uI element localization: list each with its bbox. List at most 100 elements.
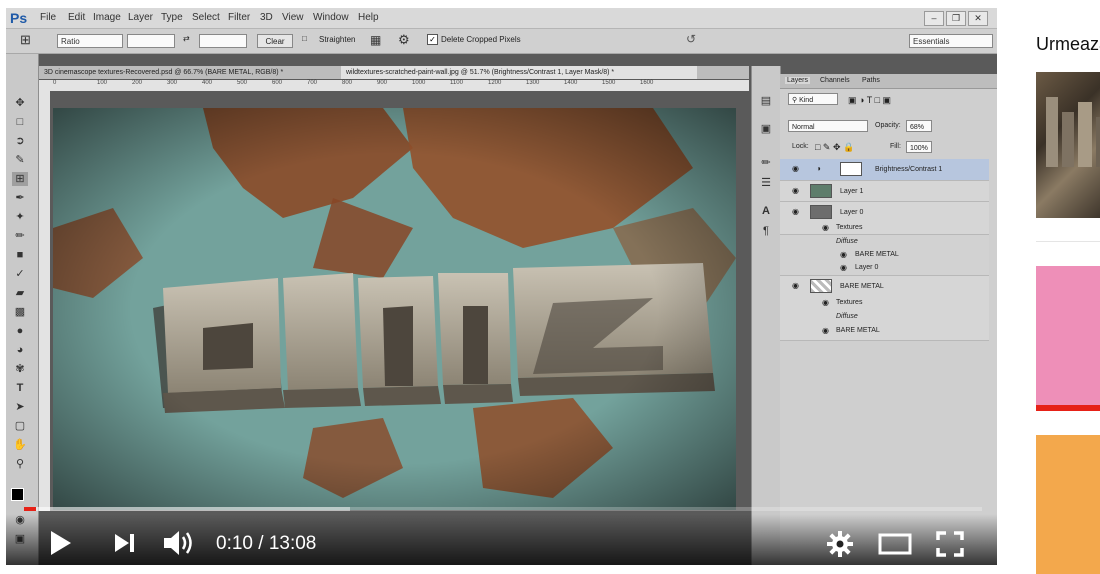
ruler-mark: 600: [272, 80, 283, 86]
layer-row: ◉ Layer 0 ◉ Textures: [780, 202, 989, 235]
ruler-mark: 1300: [526, 80, 540, 86]
gradient-tool-icon: ▩: [14, 306, 26, 318]
opacity-field: 68%: [906, 120, 932, 132]
tab-document-1: 3D cinemascope textures-Recovered.psd @ …: [39, 66, 339, 79]
progress-buffered: [24, 507, 350, 511]
menu-select: Select: [192, 12, 220, 23]
restore-icon: ❐: [946, 11, 966, 26]
eye-icon: ◉: [840, 250, 847, 259]
healing-tool-icon: ✦: [15, 211, 25, 223]
layer-sub-name: BARE METAL: [855, 251, 899, 258]
eyedropper-tool-icon: ✒: [15, 192, 25, 204]
ratio-width-field: [127, 34, 175, 48]
up-next-thumbnail-1[interactable]: [1036, 72, 1100, 218]
fullscreen-icon[interactable]: [936, 531, 964, 557]
properties-panel-icon: ☰: [761, 177, 771, 189]
layer-name: BARE METAL: [840, 283, 884, 290]
pen-tool-icon: ✾: [15, 363, 25, 375]
play-icon[interactable]: [49, 530, 73, 556]
time-display: 0:10 / 13:08: [216, 533, 316, 555]
adjustments-panel-icon: ▣: [760, 123, 772, 135]
settings-gear-icon[interactable]: [827, 531, 853, 557]
eye-icon: ◉: [840, 263, 847, 272]
layer-sub-name: Textures: [836, 224, 863, 231]
ruler-mark: 700: [307, 80, 318, 86]
ruler-mark: 200: [132, 80, 143, 86]
overlay-grid-icon: ▦: [370, 33, 382, 47]
lock-label: Lock:: [792, 143, 809, 150]
history-panel-icon: ▤: [760, 95, 772, 107]
layer-row: Diffuse ◉ BARE METAL ◉ Layer 0: [780, 235, 989, 276]
metal-letters-thumbnail: [1046, 97, 1100, 167]
lasso-tool-icon: ➲: [15, 135, 25, 147]
menu-layer: Layer: [128, 12, 154, 23]
move-tool-icon: ✥: [15, 97, 25, 109]
theater-mode-icon[interactable]: [878, 533, 912, 555]
volume-icon[interactable]: [162, 529, 196, 557]
paragraph-panel-icon: ¶: [763, 225, 769, 237]
progress-played: [24, 507, 36, 511]
eraser-tool-icon: ▰: [15, 287, 25, 299]
reset-icon: ↺: [686, 32, 697, 46]
layer-thumb: [810, 184, 832, 198]
tab-paths: Paths: [862, 77, 880, 84]
photoshop-menubar: Ps File Edit Image Layer Type Select Fil…: [6, 8, 997, 29]
menu-filter: Filter: [228, 12, 251, 23]
brush-panel-icon: ✏: [761, 157, 771, 169]
layer-mask-thumb: [840, 162, 862, 176]
progress-bar[interactable]: [24, 507, 982, 511]
tab-layers: Layers: [785, 77, 811, 84]
eye-icon: ◉: [822, 326, 829, 335]
eye-icon: ◉: [792, 164, 799, 173]
photoshop-logo: Ps: [10, 10, 28, 26]
stamp-tool-icon: ■: [16, 249, 24, 261]
up-next-title: Urmează: [1036, 34, 1100, 54]
clear-button-label: Clear: [265, 37, 285, 46]
shape-tool-icon: ▢: [14, 420, 26, 432]
document-tabs: 3D cinemascope textures-Recovered.psd @ …: [39, 66, 749, 79]
eye-icon: ◉: [792, 281, 799, 290]
menu-file: File: [40, 12, 57, 23]
ruler-mark: 500: [237, 80, 248, 86]
tab-document-2: wildtextures-scratched-paint-wall.jpg @ …: [341, 66, 697, 79]
canvas-artwork: [53, 108, 736, 510]
tab-document-2-label: wildtextures-scratched-paint-wall.jpg @ …: [346, 69, 615, 76]
ruler-mark: 100: [97, 80, 108, 86]
eye-icon: ◉: [792, 207, 799, 216]
crop-tool-icon: ⊞: [20, 32, 31, 47]
workspace-select: Essentials: [909, 34, 993, 48]
ruler-mark: 1200: [488, 80, 502, 86]
delete-cropped-label: Delete Cropped Pixels: [441, 35, 521, 44]
menu-window: Window: [313, 12, 349, 23]
ratio-select-label: Ratio: [61, 37, 80, 46]
layers-panel-tabs: Layers Channels Paths: [780, 74, 997, 89]
next-icon[interactable]: [114, 533, 136, 553]
ruler-mark: 0: [53, 80, 57, 86]
foreground-color-swatch: [11, 488, 24, 501]
ruler-mark: 1000: [412, 80, 426, 86]
ratio-height-field: [199, 34, 247, 48]
blur-tool-icon: ●: [16, 325, 24, 337]
up-next-thumbnail-3[interactable]: [1036, 435, 1100, 574]
settings-icon: ⚙: [398, 32, 410, 47]
menu-3d: 3D: [260, 12, 273, 23]
filter-icons: ▣ ◑ T □ ▣: [848, 95, 892, 105]
vertical-ruler: [39, 91, 50, 511]
fill-field: 100%: [906, 141, 932, 153]
up-next-thumbnail-2[interactable]: [1036, 266, 1100, 411]
close-icon: ✕: [968, 11, 988, 26]
eye-icon: ◉: [822, 298, 829, 307]
eye-icon: ◉: [792, 186, 799, 195]
layer-sub-name: BARE METAL: [836, 327, 880, 334]
marquee-tool-icon: □: [16, 116, 24, 128]
photoshop-options-bar: ⊞ Ratio ⇄ Clear □ Straighten ▦ ⚙ ✓ Delet…: [6, 29, 997, 54]
menu-type: Type: [161, 12, 183, 23]
menu-edit: Edit: [68, 12, 86, 23]
menu-help: Help: [358, 12, 379, 23]
adjustment-icon: ◑: [816, 164, 821, 173]
video-player[interactable]: Ps File Edit Image Layer Type Select Fil…: [6, 8, 997, 565]
history-brush-icon: ✓: [15, 268, 25, 280]
watched-progress: [1036, 405, 1100, 411]
crop-tool-icon: ⊞: [12, 172, 28, 186]
blend-mode-label: Normal: [792, 124, 815, 131]
